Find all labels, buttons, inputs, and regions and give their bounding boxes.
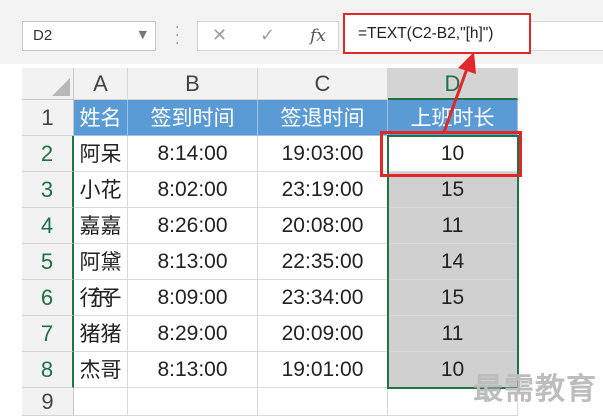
name-box-value: D2: [33, 27, 53, 44]
insert-function-icon[interactable]: fx: [310, 26, 326, 46]
cell-c7[interactable]: 20:09:00: [258, 316, 388, 352]
formula-input-extension[interactable]: [531, 21, 603, 51]
column-header-d[interactable]: D: [388, 68, 518, 100]
enter-icon[interactable]: ✓: [260, 25, 275, 46]
cell-c2[interactable]: 19:03:00: [258, 136, 388, 172]
cancel-icon[interactable]: ✕: [212, 25, 227, 46]
cell-c6[interactable]: 23:34:00: [258, 280, 388, 316]
cell-c8[interactable]: 19:01:00: [258, 352, 388, 388]
header-cell-b[interactable]: 签到时间: [128, 100, 258, 136]
column-header-b[interactable]: B: [128, 68, 258, 100]
cell-b9[interactable]: [128, 388, 258, 416]
cell-a4[interactable]: 嘉嘉: [74, 208, 128, 244]
formula-input[interactable]: =TEXT(C2-B2,"[h]"): [343, 13, 531, 54]
watermark-logo: 最需教育: [473, 372, 597, 407]
drag-handle-icon[interactable]: · · ·: [175, 21, 179, 51]
cell-d6[interactable]: 15: [388, 280, 518, 316]
cell-b8[interactable]: 8:13:00: [128, 352, 258, 388]
cell-a6[interactable]: 行子: [74, 280, 128, 316]
cell-a3[interactable]: 小花: [74, 172, 128, 208]
row-header-7[interactable]: 7: [22, 316, 74, 352]
row-header-5[interactable]: 5: [22, 244, 74, 280]
cell-c4[interactable]: 20:08:00: [258, 208, 388, 244]
cell-b7[interactable]: 8:29:00: [128, 316, 258, 352]
cell-b2[interactable]: 8:14:00: [128, 136, 258, 172]
cell-a7[interactable]: 猪猪: [74, 316, 128, 352]
cell-a2[interactable]: 阿呆: [74, 136, 128, 172]
cell-d4[interactable]: 11: [388, 208, 518, 244]
formula-buttons: ✕ ✓ fx: [197, 21, 339, 51]
cell-b5[interactable]: 8:13:00: [128, 244, 258, 280]
cell-a9[interactable]: [74, 388, 128, 416]
cell-c3[interactable]: 23:19:00: [258, 172, 388, 208]
cell-b3[interactable]: 8:02:00: [128, 172, 258, 208]
column-header-a[interactable]: A: [74, 68, 128, 100]
row-header-8[interactable]: 8: [22, 352, 74, 388]
row-header-4[interactable]: 4: [22, 208, 74, 244]
chevron-down-icon[interactable]: ▼: [139, 28, 147, 41]
cell-b4[interactable]: 8:26:00: [128, 208, 258, 244]
cell-d7[interactable]: 11: [388, 316, 518, 352]
cell-c9[interactable]: [258, 388, 388, 416]
column-header-c[interactable]: C: [258, 68, 388, 100]
header-cell-c[interactable]: 签退时间: [258, 100, 388, 136]
cell-d3[interactable]: 15: [388, 172, 518, 208]
header-cell-d[interactable]: 上班时长: [388, 100, 518, 136]
cell-b6[interactable]: 8:09:00: [128, 280, 258, 316]
cell-a8[interactable]: 杰哥: [74, 352, 128, 388]
cell-c5[interactable]: 22:35:00: [258, 244, 388, 280]
header-cell-a[interactable]: 姓名: [74, 100, 128, 136]
formula-bar-area: D2 ▼ · · · ✕ ✓ fx =TEXT(C2-B2,"[h]"): [0, 0, 603, 64]
row-header-2[interactable]: 2: [22, 136, 74, 172]
cell-d2[interactable]: 10: [388, 136, 518, 172]
row-header-9[interactable]: 9: [22, 388, 74, 416]
row-header-3[interactable]: 3: [22, 172, 74, 208]
cell-a5[interactable]: 阿黛尔: [74, 244, 128, 310]
row-header-1[interactable]: 1: [22, 100, 74, 136]
name-box[interactable]: D2 ▼: [22, 21, 156, 51]
select-all-corner[interactable]: [22, 68, 74, 100]
row-header-6[interactable]: 6: [22, 280, 74, 316]
cell-d5[interactable]: 14: [388, 244, 518, 280]
formula-text: =TEXT(C2-B2,"[h]"): [358, 25, 494, 42]
